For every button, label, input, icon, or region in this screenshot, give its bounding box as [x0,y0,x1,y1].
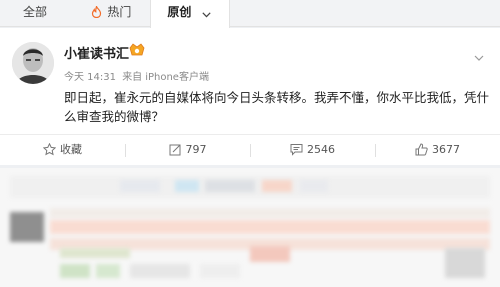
post-time[interactable]: 今天 14:31 [64,72,116,83]
repost-count: 797 [185,143,207,156]
blurred-block [96,264,120,278]
post-menu-chevron-icon[interactable] [474,46,484,65]
author-name[interactable]: 小崔读书汇 [64,43,129,62]
tab-all-label: 全部 [22,5,47,19]
favorite-label: 收藏 [60,143,82,156]
blurred-block [130,264,190,278]
tab-hot-label: 热门 [107,5,132,19]
blurred-avatar [10,212,44,242]
source-prefix: 来自 [122,72,143,83]
blurred-block [50,208,490,218]
blurred-block [262,180,292,192]
blurred-block [175,180,199,192]
repost-icon [169,144,180,156]
post-action-bar: 收藏 797 2546 3677 [0,134,500,164]
like-button[interactable]: 3677 [375,135,500,165]
thumbs-up-icon [415,143,428,156]
vip-badge-icon[interactable] [128,42,146,62]
tab-hot[interactable]: 热门 [76,0,146,27]
feed-tab-bar: 全部 热门 原创 [0,0,500,28]
tab-all[interactable]: 全部 [0,0,70,27]
comment-count: 2546 [307,143,335,156]
blurred-block [205,180,255,192]
blurred-block [60,248,130,258]
like-count: 3677 [432,143,460,156]
blurred-block [60,264,90,278]
blurred-comments-area [0,168,500,287]
avatar[interactable] [12,42,54,84]
comment-icon [290,144,303,156]
blurred-block [120,180,160,192]
post-text: 即日起，崔永元的自媒体将向今日头条转移。我弄不懂，你水平比我低，凭什么审查我的微… [64,90,490,124]
blurred-block [445,248,485,278]
blurred-block [200,264,240,278]
post-source[interactable]: iPhone客户端 [145,72,209,83]
star-icon [42,142,57,156]
blurred-block [50,220,490,234]
post-meta: 今天 14:31 来自 iPhone客户端 [64,68,212,83]
tab-original-label: 原创 [167,5,192,19]
blurred-block [250,246,290,262]
chevron-down-icon [201,2,211,26]
comment-button[interactable]: 2546 [250,135,375,165]
favorite-button[interactable]: 收藏 [0,135,125,165]
repost-button[interactable]: 797 [125,135,250,165]
blurred-block [300,180,328,192]
flame-icon [91,2,102,26]
tab-original[interactable]: 原创 [150,0,230,28]
